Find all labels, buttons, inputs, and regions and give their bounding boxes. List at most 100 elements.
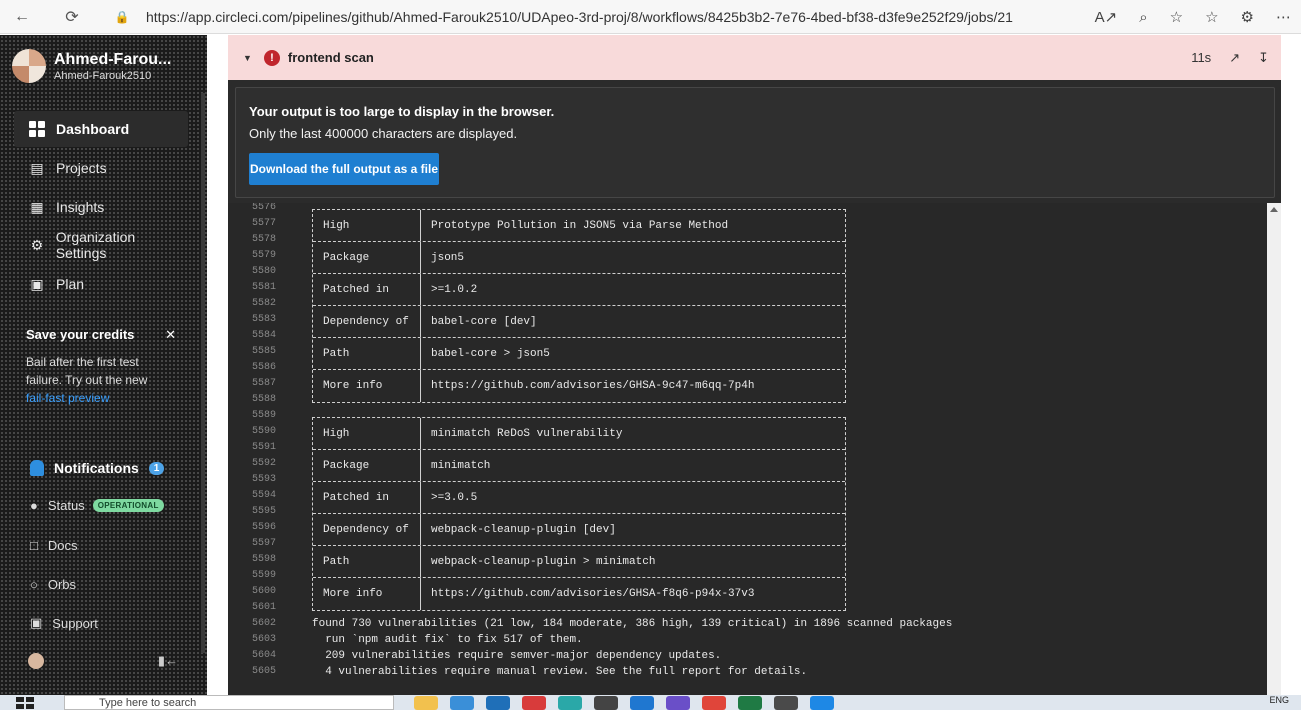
file-explorer-icon[interactable] xyxy=(414,695,438,710)
line-number: 5579 xyxy=(251,250,276,261)
browser-icon[interactable] xyxy=(558,695,582,710)
back-icon[interactable]: ← xyxy=(8,3,36,31)
notice-subtitle: Only the last 400000 characters are disp… xyxy=(249,126,518,141)
user-login: Ahmed-Farouk2510 xyxy=(54,69,152,82)
extensions-icon[interactable]: ⚙ xyxy=(1241,8,1254,26)
line-number: 5590 xyxy=(251,426,276,437)
dashboard-icon xyxy=(28,120,46,138)
job-step-header[interactable]: ▼ ! frontend scan 11s ↗ ↧ xyxy=(228,35,1281,80)
sidebar-item-organization-settings[interactable]: ⚙ Organization Settings xyxy=(14,227,188,263)
notifications-count-badge: 1 xyxy=(148,461,165,475)
line-number: 5577 xyxy=(251,218,276,229)
taskbar-search-input[interactable]: Type here to search xyxy=(64,695,394,710)
address-bar[interactable]: 🔒 https://app.circleci.com/pipelines/git… xyxy=(112,4,1042,30)
docs-link[interactable]: □ Docs xyxy=(30,538,77,553)
sidebar-scrollbar[interactable] xyxy=(201,93,205,653)
download-full-output-button[interactable]: Download the full output as a file xyxy=(249,153,439,185)
avatar[interactable] xyxy=(28,653,44,669)
status-icon: ● xyxy=(30,498,38,513)
log-line: found 730 vulnerabilities (21 low, 184 m… xyxy=(312,618,953,630)
windows-taskbar: Type here to search ENG xyxy=(0,695,1301,710)
log-output[interactable]: High Prototype Pollution in JSON5 via Par… xyxy=(228,203,1281,695)
language-indicator[interactable]: ENG xyxy=(1269,695,1289,705)
job-step-name: frontend scan xyxy=(287,50,374,65)
scroll-up-icon[interactable] xyxy=(1270,207,1278,212)
sidebar-item-label: Dashboard xyxy=(56,121,130,137)
sidebar-item-dashboard[interactable]: Dashboard xyxy=(14,111,188,147)
promo-card: Save your credits ✕ Bail after the first… xyxy=(26,327,176,407)
line-number: 5589 xyxy=(251,410,276,421)
teams-icon[interactable] xyxy=(666,695,690,710)
line-number: 5597 xyxy=(251,538,276,549)
chrome-icon[interactable] xyxy=(702,695,726,710)
app-icon[interactable] xyxy=(774,695,798,710)
line-number: 5578 xyxy=(251,234,276,245)
line-number: 5594 xyxy=(251,490,276,501)
sidebar-item-label: Plan xyxy=(56,276,85,292)
bell-icon xyxy=(30,460,44,476)
sidebar-item-insights[interactable]: ▦ Insights xyxy=(14,189,188,225)
log-line: 4 vulnerabilities require manual review.… xyxy=(312,666,808,678)
log-line: 209 vulnerabilities require semver-major… xyxy=(312,650,722,662)
sidebar-item-plan[interactable]: ▣ Plan xyxy=(14,266,188,302)
vscode-icon[interactable] xyxy=(810,695,834,710)
orbs-link[interactable]: ○ Orbs xyxy=(30,577,76,592)
line-number: 5585 xyxy=(251,346,276,357)
projects-icon: ▤ xyxy=(30,159,44,176)
download-icon[interactable]: ↧ xyxy=(1258,50,1269,66)
line-number: 5599 xyxy=(251,570,276,581)
sidebar-item-projects[interactable]: ▤ Projects xyxy=(14,150,188,186)
line-number: 5598 xyxy=(251,554,276,565)
promo-title: Save your credits xyxy=(26,327,135,342)
store-icon[interactable] xyxy=(450,695,474,710)
line-number: 5587 xyxy=(251,378,276,389)
sidebar-item-label: Projects xyxy=(56,160,107,176)
line-number: 5588 xyxy=(251,394,276,405)
line-number: 5596 xyxy=(251,522,276,533)
sidebar: Ahmed-Farou... Ahmed-Farouk2510 Dashboar… xyxy=(0,35,207,695)
windows-start-icon[interactable] xyxy=(16,696,34,709)
excel-icon[interactable] xyxy=(738,695,762,710)
app-icon[interactable] xyxy=(522,695,546,710)
line-number: 5582 xyxy=(251,298,276,309)
failed-icon: ! xyxy=(263,49,280,66)
line-number: 5592 xyxy=(251,458,276,469)
more-icon[interactable]: ⋯ xyxy=(1276,8,1291,26)
refresh-icon[interactable]: ⟳ xyxy=(58,3,86,31)
notifications-link[interactable]: Notifications 1 xyxy=(30,460,165,476)
orbs-icon: ○ xyxy=(30,577,38,592)
job-panel: ▼ ! frontend scan 11s ↗ ↧ Your output is… xyxy=(228,35,1281,695)
zoom-icon[interactable]: ⌕ xyxy=(1139,9,1147,26)
favorites-icon[interactable]: ☆ xyxy=(1205,8,1218,26)
support-icon: ▣ xyxy=(30,615,43,630)
collapse-sidebar-icon[interactable]: ▮← xyxy=(158,653,178,669)
insights-icon: ▦ xyxy=(30,198,44,215)
user-name: Ahmed-Farou... xyxy=(54,50,172,68)
close-icon[interactable]: ✕ xyxy=(165,327,176,343)
support-link[interactable]: ▣ Support xyxy=(30,615,98,631)
read-aloud-icon[interactable]: A↗ xyxy=(1095,8,1118,26)
status-badge: OPERATIONAL xyxy=(92,499,164,512)
sidebar-item-label: Organization Settings xyxy=(55,229,136,261)
line-number: 5580 xyxy=(251,266,276,277)
chevron-down-icon[interactable]: ▼ xyxy=(243,53,252,63)
outlook-icon[interactable] xyxy=(630,695,654,710)
user-profile[interactable]: Ahmed-Farou... Ahmed-Farouk2510 xyxy=(12,49,171,83)
avatar xyxy=(12,49,46,83)
plan-icon: ▣ xyxy=(30,275,44,292)
sidebar-item-label: Insights xyxy=(56,199,105,215)
app-icon[interactable] xyxy=(594,695,618,710)
status-link[interactable]: ● Status OPERATIONAL xyxy=(30,498,164,513)
line-number: 5583 xyxy=(251,314,276,325)
orbs-label: Orbs xyxy=(47,577,77,592)
settings-icon: ⚙ xyxy=(30,236,44,253)
log-line: run `npm audit fix` to fix 517 of them. xyxy=(312,634,583,646)
line-number: 5576 xyxy=(251,203,276,213)
output-too-large-notice: Your output is too large to display in t… xyxy=(235,87,1275,198)
promo-link[interactable]: fail-fast preview xyxy=(26,391,109,405)
edge-icon[interactable] xyxy=(486,695,510,710)
line-number: 5600 xyxy=(251,586,276,597)
line-number: 5586 xyxy=(251,362,276,373)
open-new-tab-icon[interactable]: ↗ xyxy=(1229,50,1240,66)
favorite-add-icon[interactable]: ☆ xyxy=(1170,8,1183,26)
